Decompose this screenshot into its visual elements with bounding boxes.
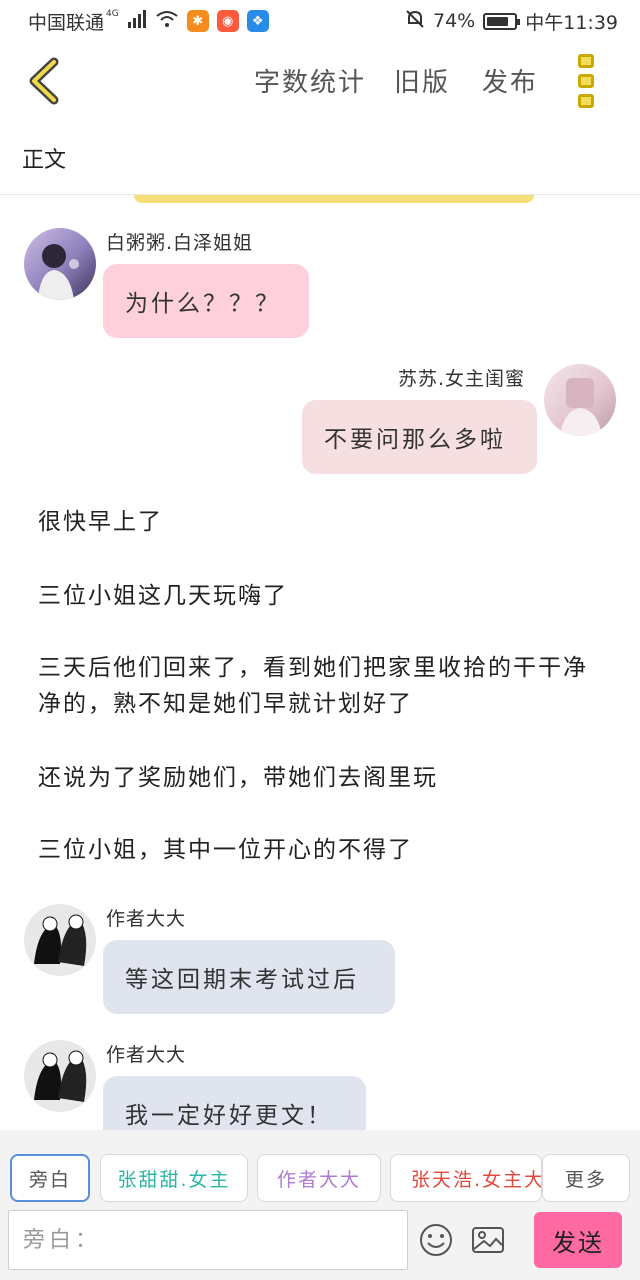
narration-text[interactable]: 三位小姐，其中一位开心的不得了 (38, 832, 608, 868)
battery-icon (483, 12, 521, 30)
signal-icon (127, 9, 147, 33)
status-bar: 中国联通 4G ✱ ◉ ❖ 74% 中午11:39 (0, 0, 640, 42)
battery-percent: 74% (433, 10, 476, 32)
mode-label: 正文 (22, 148, 67, 173)
avatar[interactable] (544, 364, 616, 436)
send-button[interactable]: 发送 (534, 1212, 622, 1268)
scroll-indicator (134, 195, 534, 203)
publish-button[interactable]: 发布 (482, 62, 538, 99)
avatar[interactable] (24, 228, 96, 300)
image-button[interactable] (470, 1222, 506, 1258)
carrier-name: 中国联通 (28, 11, 105, 34)
more-roles-button[interactable]: 更多 (542, 1154, 630, 1202)
message-input[interactable] (8, 1210, 408, 1270)
role-chip-hero[interactable]: 张天浩.女主大 (390, 1154, 542, 1202)
role-chip-narrator[interactable]: 旁白 (10, 1154, 90, 1202)
emoji-button[interactable] (418, 1222, 454, 1258)
word-count-button[interactable]: 字数统计 (254, 62, 366, 99)
menu-dot-icon (578, 94, 594, 108)
chat-bubble[interactable]: 为什么？？？ (103, 264, 309, 338)
network-type: 4G (106, 9, 119, 19)
menu-dot-icon (578, 74, 594, 88)
store-app-icon: ❖ (246, 10, 269, 32)
smiley-icon (420, 1224, 452, 1256)
more-menu-button[interactable] (578, 54, 600, 108)
speaker-name: 白粥粥.白泽姐姐 (106, 232, 254, 254)
old-version-button[interactable]: 旧版 (394, 62, 450, 99)
narration-text[interactable]: 三位小姐这几天玩嗨了 (38, 578, 608, 614)
role-chip-author[interactable]: 作者大大 (257, 1154, 381, 1202)
chat-bubble[interactable]: 等这回期末考试过后 (103, 940, 395, 1014)
wifi-icon (155, 10, 179, 33)
top-toolbar: 字数统计 旧版 发布 (0, 42, 640, 122)
image-icon (472, 1227, 504, 1253)
speaker-name: 苏苏.女主闺蜜 (398, 368, 526, 390)
speaker-name: 作者大大 (106, 908, 187, 930)
speaker-name: 作者大大 (106, 1044, 187, 1066)
uc-app-icon: ✱ (186, 10, 209, 32)
narration-text[interactable]: 很快早上了 (38, 504, 608, 540)
role-chip-heroine[interactable]: 张甜甜.女主 (100, 1154, 248, 1202)
mute-icon (405, 9, 425, 34)
weibo-app-icon: ◉ (216, 10, 239, 32)
back-button[interactable] (24, 56, 64, 106)
clock: 中午11:39 (525, 11, 618, 34)
chevron-left-icon (29, 57, 59, 105)
composer-panel: 旁白 张甜甜.女主 作者大大 张天浩.女主大 更多 发送 (0, 1130, 640, 1280)
menu-dot-icon (578, 54, 594, 68)
narration-text[interactable]: 还说为了奖励她们，带她们去阁里玩 (38, 760, 608, 796)
narration-text[interactable]: 三天后他们回来了，看到她们把家里收拾的干干净净的，熟不知是她们早就计划好了 (38, 650, 608, 722)
avatar[interactable] (24, 904, 96, 976)
chat-bubble[interactable]: 不要问那么多啦 (302, 400, 537, 474)
avatar[interactable] (24, 1040, 96, 1112)
